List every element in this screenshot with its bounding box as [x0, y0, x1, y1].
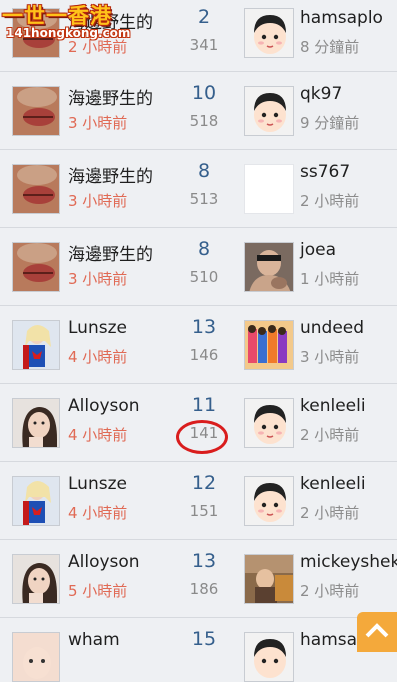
author-name[interactable]: Alloyson [68, 396, 140, 416]
thread-row[interactable]: 海邊野生的 3 小時前 8 513 ss767 2 小時前 [0, 150, 397, 228]
thread-row[interactable]: Lunsze 4 小時前 13 146 undeed 3 小時前 [0, 306, 397, 384]
last-poster-avatar[interactable] [244, 554, 294, 604]
view-count: 151 [189, 502, 219, 520]
author-name[interactable]: wham [68, 630, 120, 650]
author-avatar[interactable] [12, 476, 60, 526]
last-poster-name[interactable]: hamsaplo [300, 8, 383, 28]
author-avatar[interactable] [12, 398, 60, 448]
last-poster-avatar[interactable] [244, 242, 294, 292]
reply-count: 8 [197, 160, 211, 182]
last-poster-name[interactable]: joea [300, 240, 336, 260]
last-post-time: 2 小時前 [300, 426, 360, 444]
post-time: 3 小時前 [68, 114, 128, 132]
reply-count: 11 [191, 394, 217, 416]
view-count: 186 [189, 580, 219, 598]
last-poster-name[interactable]: kenleeli [300, 474, 366, 494]
last-poster-avatar[interactable] [244, 164, 294, 214]
last-poster-avatar[interactable] [244, 8, 294, 58]
post-time: 3 小時前 [68, 192, 128, 210]
post-time: 3 小時前 [68, 270, 128, 288]
back-to-top-button[interactable] [357, 612, 397, 652]
last-poster-name[interactable]: qk97 [300, 84, 342, 104]
author-name[interactable]: Alloyson [68, 552, 140, 572]
last-poster-avatar[interactable] [244, 476, 294, 526]
author-avatar[interactable] [12, 632, 60, 682]
reply-count: 13 [191, 316, 217, 338]
view-count: 510 [189, 268, 219, 286]
post-time: 5 小時前 [68, 582, 128, 600]
logo-url: 141hongkong.com [6, 26, 131, 40]
last-poster-avatar[interactable] [244, 398, 294, 448]
view-count: 518 [189, 112, 219, 130]
author-name[interactable]: Lunsze [68, 318, 127, 338]
post-time: 4 小時前 [68, 348, 128, 366]
view-count: 146 [189, 346, 219, 364]
reply-count: 13 [191, 550, 217, 572]
last-poster-name[interactable]: undeed [300, 318, 364, 338]
reply-count: 15 [191, 628, 217, 650]
last-poster-avatar[interactable] [244, 632, 294, 682]
last-poster-avatar[interactable] [244, 86, 294, 136]
last-poster-name[interactable]: ss767 [300, 162, 350, 182]
author-name[interactable]: Lunsze [68, 474, 127, 494]
view-count: 341 [189, 36, 219, 54]
last-post-time: 1 小時前 [300, 270, 360, 288]
last-poster-name[interactable]: mickeyshek [300, 552, 397, 572]
author-avatar[interactable] [12, 554, 60, 604]
last-post-time: 9 分鐘前 [300, 114, 360, 132]
author-avatar[interactable] [12, 86, 60, 136]
author-name[interactable]: 海邊野生的 [68, 84, 153, 109]
view-count: 513 [189, 190, 219, 208]
site-watermark-logo: 一世一香港 141hongkong.com [0, 0, 130, 44]
reply-count: 8 [197, 238, 211, 260]
author-name[interactable]: 海邊野生的 [68, 162, 153, 187]
thread-list: 海邊野生的 2 小時前 2 341 hamsaplo 8 分鐘前 海邊野生的 3… [0, 0, 397, 682]
author-avatar[interactable] [12, 242, 60, 292]
author-avatar[interactable] [12, 320, 60, 370]
last-post-time: 8 分鐘前 [300, 38, 360, 56]
last-post-time: 2 小時前 [300, 504, 360, 522]
thread-row[interactable]: 海邊野生的 3 小時前 10 518 qk97 9 分鐘前 [0, 72, 397, 150]
chevron-up-icon [365, 623, 389, 638]
last-post-time: 3 小時前 [300, 348, 360, 366]
last-post-time: 2 小時前 [300, 582, 360, 600]
thread-row[interactable]: Alloyson 5 小時前 13 186 mickeyshek 2 小時前 [0, 540, 397, 618]
author-avatar[interactable] [12, 164, 60, 214]
highlight-circle [176, 420, 228, 454]
last-poster-avatar[interactable] [244, 320, 294, 370]
post-time: 4 小時前 [68, 504, 128, 522]
thread-row[interactable]: wham 15 hamsaplo [0, 618, 397, 682]
thread-row[interactable]: Lunsze 4 小時前 12 151 kenleeli 2 小時前 [0, 462, 397, 540]
author-name[interactable]: 海邊野生的 [68, 240, 153, 265]
last-poster-name[interactable]: kenleeli [300, 396, 366, 416]
last-post-time: 2 小時前 [300, 192, 360, 210]
thread-row[interactable]: 海邊野生的 3 小時前 8 510 joea 1 小時前 [0, 228, 397, 306]
reply-count: 2 [197, 6, 211, 28]
post-time: 4 小時前 [68, 426, 128, 444]
reply-count: 12 [191, 472, 217, 494]
reply-count: 10 [191, 82, 217, 104]
